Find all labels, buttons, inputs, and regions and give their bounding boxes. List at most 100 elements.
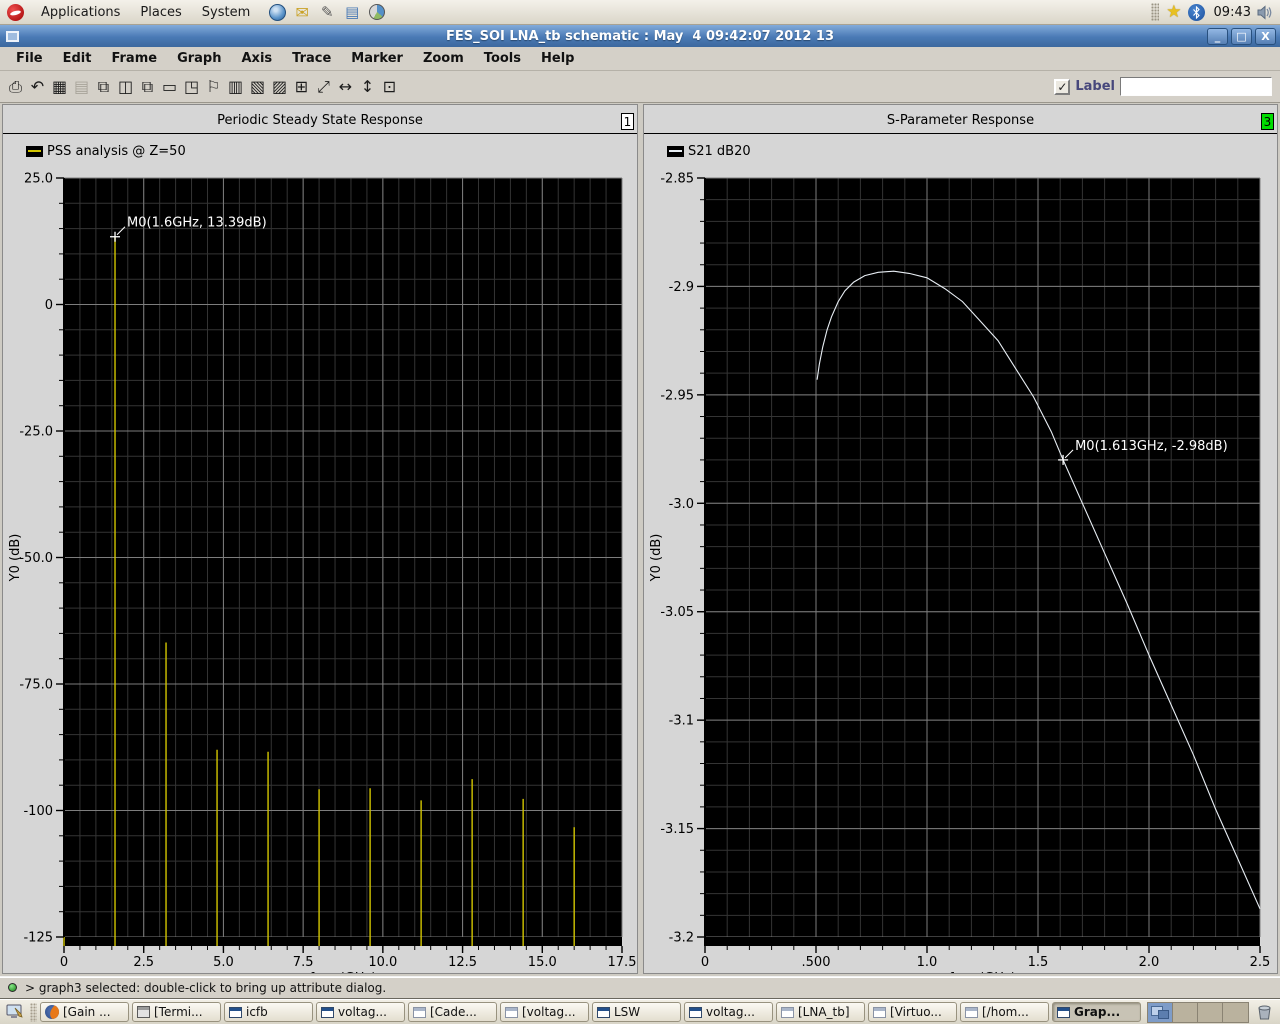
zoom-full-icon[interactable]: ⊡ <box>379 75 400 99</box>
firefox-icon <box>45 1005 59 1019</box>
copy-window-icon[interactable]: ⧉ <box>93 75 114 99</box>
workspace-cell[interactable] <box>1198 1003 1223 1022</box>
redhat-menu-icon[interactable] <box>7 4 24 21</box>
task-button-label: voltag... <box>338 1005 387 1019</box>
sparam-legend-label: S21 dB20 <box>688 144 751 159</box>
svg-text:2.5: 2.5 <box>133 955 154 970</box>
task-button[interactable]: Grap... <box>1052 1002 1141 1022</box>
window-titlebar[interactable]: FES_SOI LNA_tb schematic : May 4 09:42:0… <box>0 25 1280 47</box>
svg-text:-2.9: -2.9 <box>669 280 694 295</box>
window-icon <box>321 1007 334 1018</box>
task-button[interactable]: [/hom... <box>960 1002 1049 1022</box>
undo-icon[interactable]: ↶ <box>27 75 48 99</box>
task-button-label: Grap... <box>1074 1005 1120 1019</box>
x-axis-label: freq (GHz) <box>949 971 1016 973</box>
close-button[interactable]: X <box>1255 28 1276 45</box>
open-subwindow-icon[interactable]: ⧉ <box>137 75 158 99</box>
fit-y-icon[interactable]: ↕ <box>357 75 378 99</box>
workspace-switcher[interactable] <box>1147 1002 1249 1023</box>
taskbar-drag-handle[interactable] <box>30 1003 37 1022</box>
email-icon[interactable]: ✉ <box>291 1 313 23</box>
menu-file[interactable]: File <box>6 48 53 69</box>
sparam-response-plot[interactable]: 0.5001.01.52.02.5-2.85-2.9-2.95-3.0-3.05… <box>644 105 1277 973</box>
pss-legend[interactable]: PSS analysis @ Z=50 <box>26 144 186 159</box>
display-icon[interactable]: ▤ <box>341 1 363 23</box>
menu-zoom[interactable]: Zoom <box>413 48 474 69</box>
task-button[interactable]: [voltag... <box>500 1002 589 1022</box>
panel-drag-handle[interactable] <box>1151 3 1159 21</box>
sparam-pane-header: S-Parameter Response 3 <box>644 105 1277 134</box>
menu-frame[interactable]: Frame <box>101 48 167 69</box>
status-message: > graph3 selected: double-click to bring… <box>25 981 386 995</box>
svg-text:25.0: 25.0 <box>24 172 53 187</box>
task-button[interactable]: voltag... <box>316 1002 405 1022</box>
fit-x-icon[interactable]: ↔ <box>335 75 356 99</box>
panel-menu-applications[interactable]: Applications <box>31 0 130 25</box>
print-icon[interactable]: ⎙ <box>5 75 26 99</box>
pss-response-plot[interactable]: 02.55.07.510.012.515.017.525.00-25.0-50.… <box>3 105 637 973</box>
label-flag-icon[interactable]: ⚐ <box>203 75 224 99</box>
star-tray-icon[interactable]: ★ <box>1166 2 1181 22</box>
task-button[interactable]: LSW <box>592 1002 681 1022</box>
menu-graph[interactable]: Graph <box>167 48 231 69</box>
window-icon <box>873 1007 886 1018</box>
window-title: FES_SOI LNA_tb schematic : May 4 09:42:0… <box>0 29 1280 44</box>
browser-icon[interactable] <box>266 1 288 23</box>
workspace-cell[interactable] <box>1148 1003 1173 1022</box>
task-button[interactable]: [Cade... <box>408 1002 497 1022</box>
window-icon <box>597 1007 610 1018</box>
menu-tools[interactable]: Tools <box>474 48 531 69</box>
window-icon <box>781 1007 794 1018</box>
panel-launchers: ✉ ✎ ▤ <box>266 1 388 23</box>
label-checkbox[interactable]: ✓ <box>1054 79 1070 95</box>
task-button[interactable]: icfb <box>224 1002 313 1022</box>
label-checkbox-text: Label <box>1075 79 1115 94</box>
sparam-legend[interactable]: S21 dB20 <box>667 144 751 159</box>
trash-icon[interactable] <box>1257 1004 1272 1020</box>
calculator-icon[interactable]: ⊞ <box>291 75 312 99</box>
y-axis-label: Y0 (dB) <box>8 534 23 583</box>
graph-area: 02.55.07.510.012.515.017.525.00-25.0-50.… <box>0 103 1280 976</box>
bluetooth-icon[interactable] <box>1188 4 1205 21</box>
panel-menu-system[interactable]: System <box>192 0 260 25</box>
workspace-cell[interactable] <box>1223 1003 1248 1022</box>
svg-text:10.0: 10.0 <box>368 955 397 970</box>
window-icon <box>689 1007 702 1018</box>
table-icon[interactable]: ▥ <box>225 75 246 99</box>
workspace-cell[interactable] <box>1173 1003 1198 1022</box>
menu-help[interactable]: Help <box>531 48 584 69</box>
task-button[interactable]: [Termi... <box>132 1002 221 1022</box>
menu-edit[interactable]: Edit <box>53 48 102 69</box>
svg-text:-75.0: -75.0 <box>19 678 53 693</box>
clock[interactable]: 09:43 <box>1208 5 1257 20</box>
fit-icon[interactable]: ⤢ <box>313 75 334 99</box>
y-axis-label: Y0 (dB) <box>649 534 664 583</box>
panel-menu-places[interactable]: Places <box>130 0 191 25</box>
label-input[interactable] <box>1120 77 1272 96</box>
cut-waveform-icon[interactable]: ▧ <box>247 75 268 99</box>
svg-text:15.0: 15.0 <box>528 955 557 970</box>
task-button[interactable]: [Gain ... <box>40 1002 129 1022</box>
task-button-label: [Virtuo... <box>890 1005 942 1019</box>
window-icon <box>413 1007 426 1018</box>
menu-trace[interactable]: Trace <box>282 48 341 69</box>
grid-icon[interactable]: ▦ <box>49 75 70 99</box>
show-desktop-icon[interactable] <box>3 1002 27 1023</box>
strip-chart-icon[interactable]: ▤ <box>71 75 92 99</box>
minimize-button[interactable]: _ <box>1207 28 1228 45</box>
menu-marker[interactable]: Marker <box>341 48 413 69</box>
graph-window-icon[interactable]: ▭ <box>159 75 180 99</box>
overlay-waveform-icon[interactable]: ▨ <box>269 75 290 99</box>
task-button[interactable]: voltag... <box>684 1002 773 1022</box>
notes-icon[interactable]: ✎ <box>316 1 338 23</box>
menu-axis[interactable]: Axis <box>232 48 283 69</box>
sparam-pane-title: S-Parameter Response <box>644 105 1277 128</box>
split-window-icon[interactable]: ◫ <box>115 75 136 99</box>
shrink-window-icon[interactable]: ◳ <box>181 75 202 99</box>
maximize-button[interactable]: □ <box>1231 28 1252 45</box>
volume-icon[interactable] <box>1257 5 1274 20</box>
task-button[interactable]: [LNA_tb] <box>776 1002 865 1022</box>
task-button[interactable]: [Virtuo... <box>868 1002 957 1022</box>
status-led-icon <box>8 983 17 992</box>
pie-chart-icon[interactable] <box>366 1 388 23</box>
